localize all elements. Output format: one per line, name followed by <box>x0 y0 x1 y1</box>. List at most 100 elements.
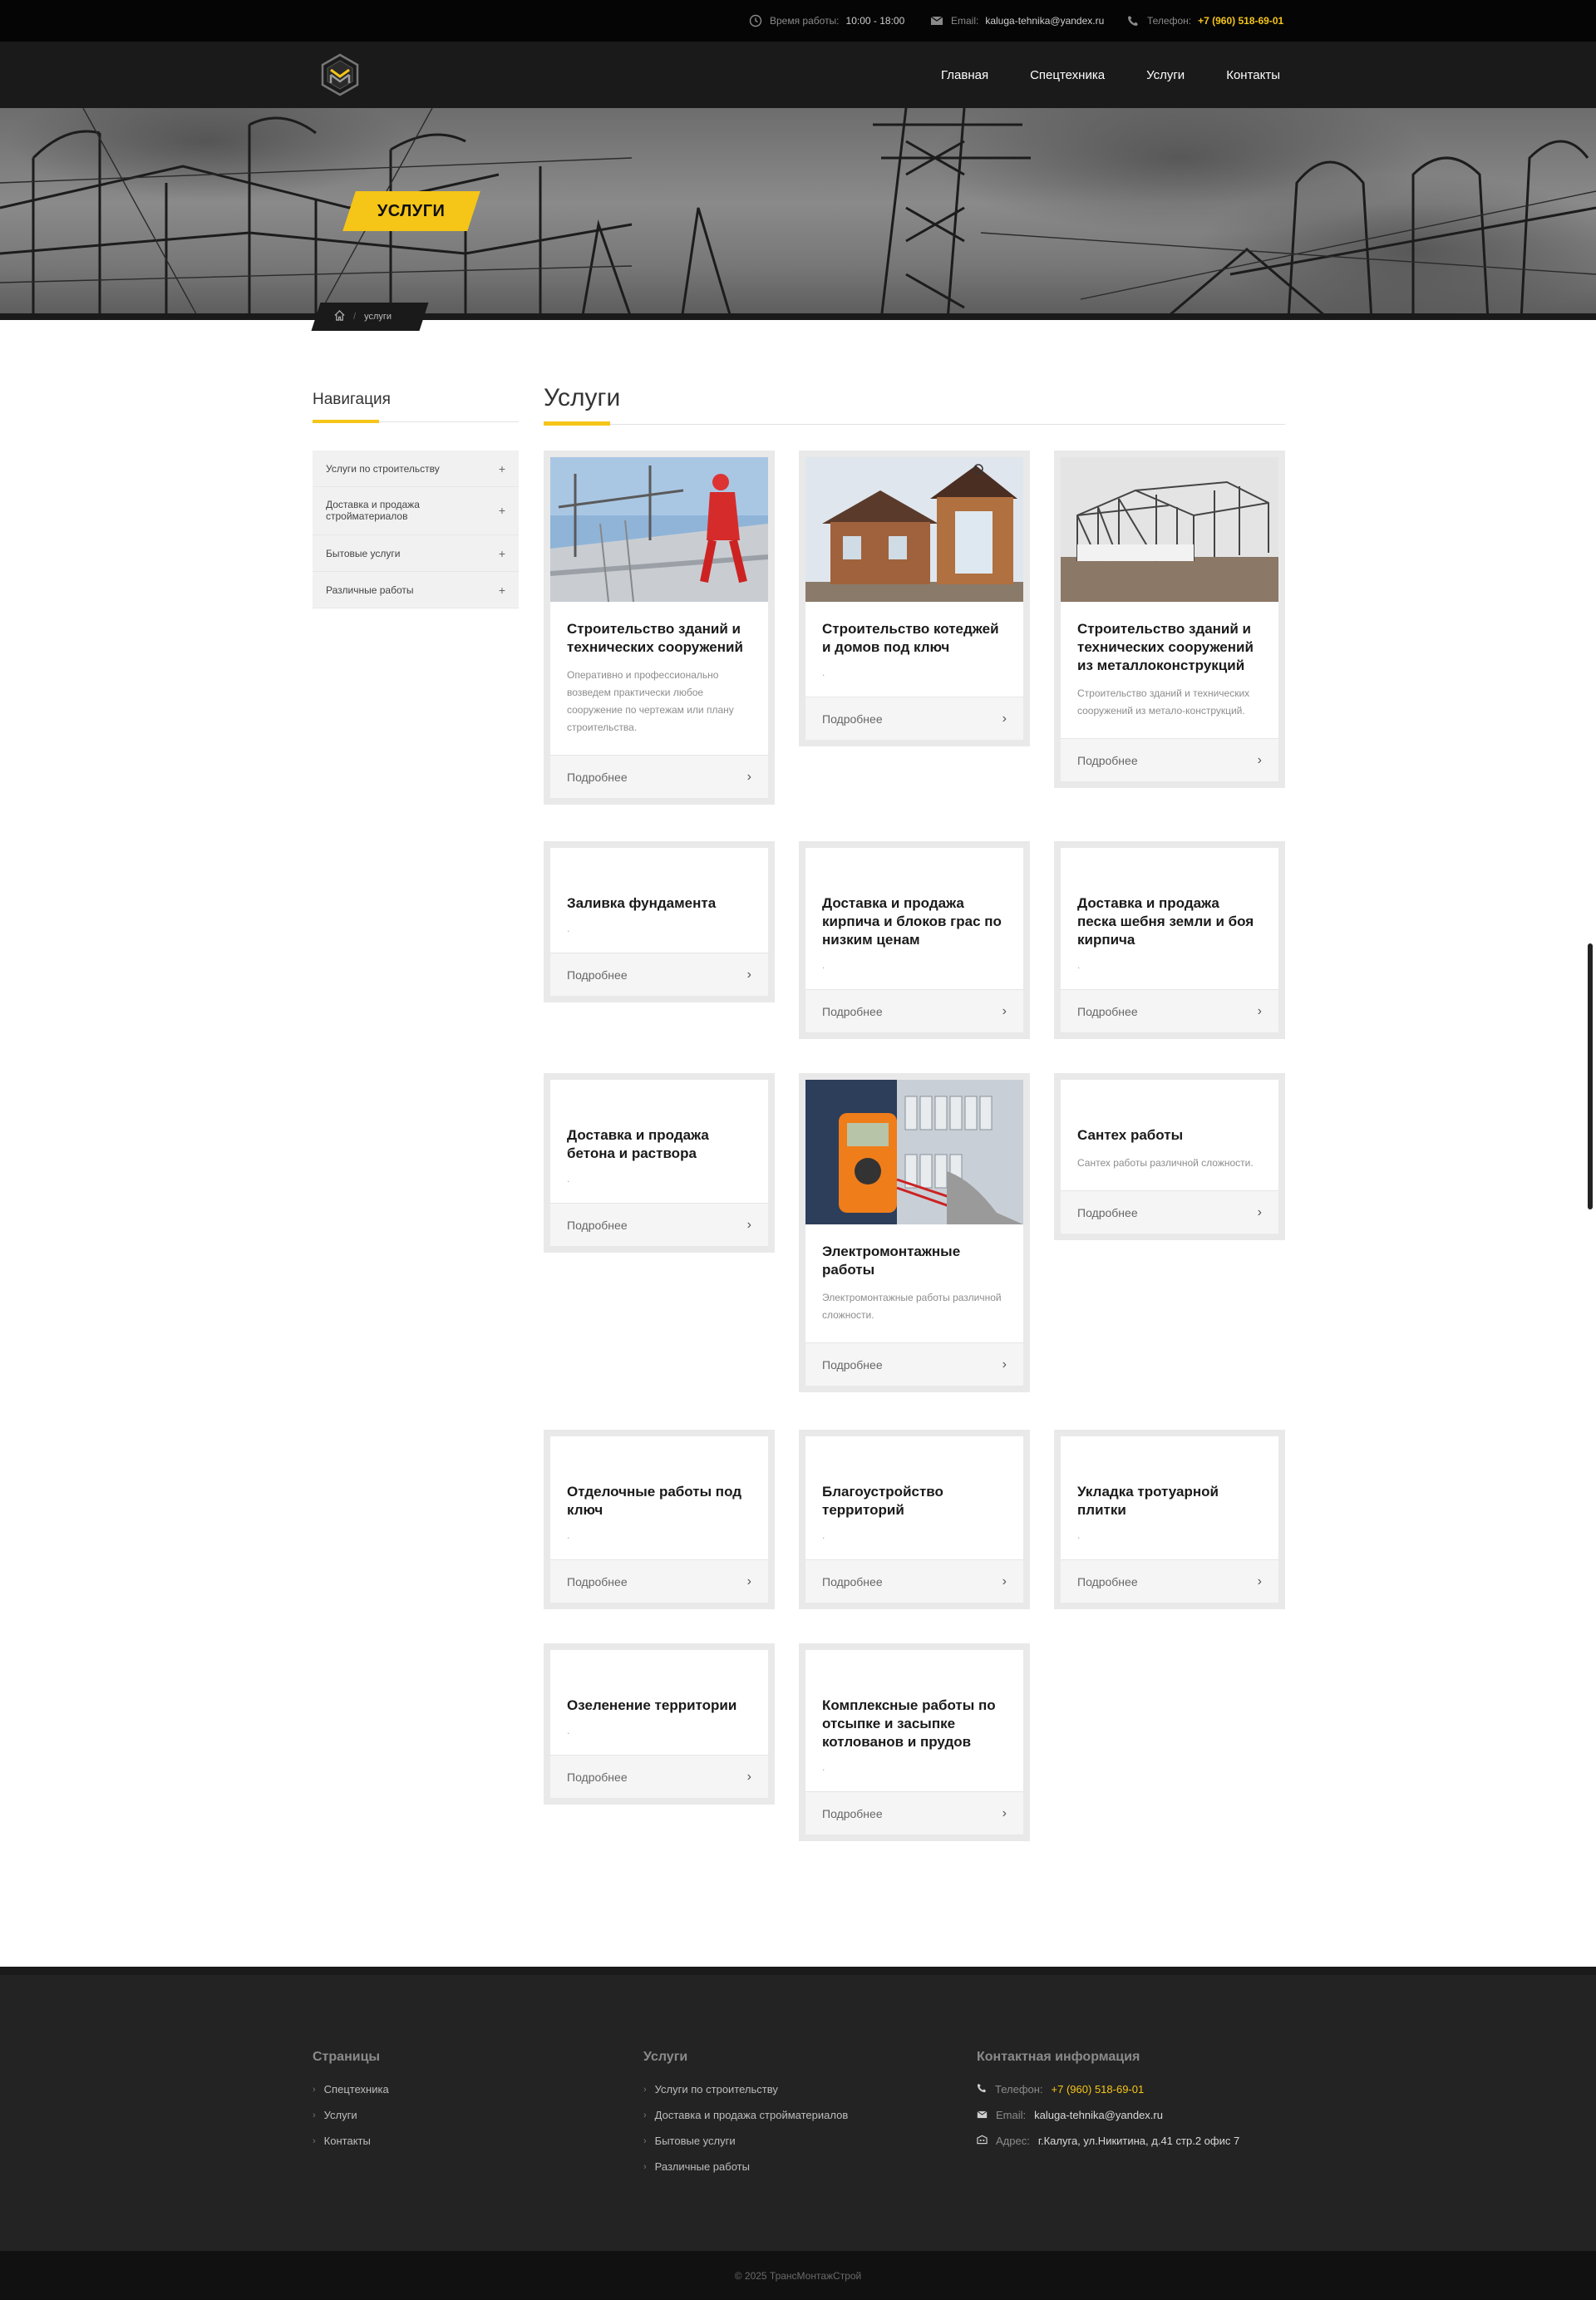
card-title[interactable]: Сантех работы <box>1077 1126 1262 1145</box>
clock-icon <box>748 13 763 28</box>
card-title[interactable]: Отделочные работы под ключ <box>567 1483 751 1519</box>
nav-special-equipment[interactable]: Спецтехника <box>1030 68 1105 82</box>
card-title[interactable]: Доставка и продажа песка шебня земли и б… <box>1077 894 1262 949</box>
multimeter-photo[interactable] <box>805 1080 1023 1224</box>
card-title[interactable]: Электромонтажные работы <box>822 1243 1007 1279</box>
more-button[interactable]: Подробнее › <box>805 1791 1023 1835</box>
brick-house-photo[interactable] <box>805 457 1023 602</box>
sidebar-menu: Услуги по строительству + Доставка и про… <box>313 451 519 608</box>
sidebar-item-various[interactable]: Различные работы + <box>313 572 519 608</box>
more-button[interactable]: Подробнее › <box>1061 738 1278 782</box>
service-card: Комплексные работы по отсыпке и засыпке … <box>799 1643 1030 1842</box>
footer-link[interactable]: › Услуги по строительству <box>643 2076 848 2102</box>
card-title[interactable]: Благоустройство территорий <box>822 1483 1007 1519</box>
expand-plus-icon[interactable]: + <box>499 462 505 475</box>
phone-link[interactable]: +7 (960) 518-69-01 <box>1198 15 1283 27</box>
chevron-right-icon: › <box>643 2161 647 2172</box>
chevron-right-icon: › <box>1257 1204 1262 1219</box>
card-title[interactable]: Заливка фундамента <box>567 894 751 913</box>
card-title[interactable]: Укладка тротуарной плитки <box>1077 1483 1262 1519</box>
more-button[interactable]: Подробнее › <box>1061 989 1278 1033</box>
more-button[interactable]: Подробнее › <box>550 1203 768 1247</box>
service-card: Строительство котеджей и домов под ключ … <box>799 451 1030 747</box>
footer-email-label: Email: <box>996 2109 1027 2121</box>
more-button[interactable]: Подробнее › <box>550 1559 768 1603</box>
sidebar-title: Навигация <box>313 391 391 408</box>
construction-worker-photo[interactable] <box>550 457 768 602</box>
footer-link-label: Доставка и продажа стройматериалов <box>654 2109 849 2121</box>
card-title[interactable]: Строительство зданий и технических соору… <box>1077 620 1262 675</box>
steel-frame-photo[interactable] <box>1061 457 1278 602</box>
chevron-right-icon: › <box>1002 1805 1007 1820</box>
card-title[interactable]: Озеленение территории <box>567 1697 751 1715</box>
service-card: Укладка тротуарной плитки . Подробнее › <box>1054 1430 1285 1610</box>
nav-services[interactable]: Услуги <box>1146 68 1185 82</box>
phone-info: Телефон: +7 (960) 518-69-01 <box>1126 13 1283 28</box>
hours-label: Время работы: <box>770 15 840 27</box>
footer: Страницы › Спецтехника › Услуги › Контакты … <box>0 1975 1596 2251</box>
more-label: Подробнее <box>567 1574 628 1588</box>
footer-phone-link[interactable]: +7 (960) 518-69-01 <box>1052 2083 1145 2096</box>
service-card: Строительство зданий и технических соору… <box>1054 451 1285 789</box>
more-label: Подробнее <box>567 1770 628 1784</box>
footer-link[interactable]: › Бытовые услуги <box>643 2128 848 2154</box>
footer-link[interactable]: › Услуги <box>313 2102 389 2128</box>
main-nav: Главная Спецтехника Услуги Контакты <box>941 42 1280 108</box>
chevron-right-icon: › <box>746 769 751 784</box>
footer-link[interactable]: › Различные работы <box>643 2154 848 2179</box>
sidebar-item-household[interactable]: Бытовые услуги + <box>313 535 519 572</box>
card-description: . <box>567 1725 570 1737</box>
card-description: . <box>1077 1529 1081 1542</box>
section-divider <box>544 424 1285 425</box>
sidebar-item-materials[interactable]: Доставка и продажа стройматериалов + <box>313 487 519 535</box>
service-card: Электромонтажные работы Электромонтажные… <box>799 1073 1030 1393</box>
chevron-right-icon: › <box>746 1217 751 1232</box>
more-label: Подробнее <box>567 968 628 982</box>
footer-link[interactable]: › Контакты <box>313 2128 389 2154</box>
chevron-right-icon: › <box>313 2110 316 2120</box>
more-button[interactable]: Подробнее › <box>805 697 1023 741</box>
more-button[interactable]: Подробнее › <box>805 989 1023 1033</box>
email-label: Email: <box>951 15 979 27</box>
sidebar-item-construction[interactable]: Услуги по строительству + <box>313 451 519 487</box>
expand-plus-icon[interactable]: + <box>499 547 505 560</box>
breadcrumb: / услуги <box>311 303 429 331</box>
email-link[interactable]: kaluga-tehnika@yandex.ru <box>985 15 1104 27</box>
chevron-right-icon: › <box>643 2084 647 2095</box>
building-icon <box>977 2135 988 2147</box>
footer-email-link[interactable]: kaluga-tehnika@yandex.ru <box>1034 2109 1163 2121</box>
more-button[interactable]: Подробнее › <box>1061 1559 1278 1603</box>
logo-icon[interactable] <box>321 53 359 96</box>
service-card: Доставка и продажа песка шебня земли и б… <box>1054 841 1285 1040</box>
card-description: Оперативно и профессионально возведем пр… <box>567 669 734 734</box>
chevron-right-icon: › <box>1257 1574 1262 1588</box>
hours-value: 10:00 - 18:00 <box>845 15 905 27</box>
working-hours: Время работы: 10:00 - 18:00 <box>748 13 904 28</box>
card-title[interactable]: Строительство зданий и технических соору… <box>567 620 751 657</box>
expand-plus-icon[interactable]: + <box>499 584 505 597</box>
card-description: . <box>822 667 825 679</box>
card-title[interactable]: Строительство котеджей и домов под ключ <box>822 620 1007 657</box>
footer-link[interactable]: › Спецтехника <box>313 2076 389 2102</box>
more-button[interactable]: Подробнее › <box>550 755 768 799</box>
page-scrollbar[interactable] <box>1588 943 1593 1209</box>
more-button[interactable]: Подробнее › <box>805 1559 1023 1603</box>
card-description: . <box>567 1173 570 1185</box>
chevron-right-icon: › <box>643 2135 647 2146</box>
footer-link-label: Услуги <box>323 2109 357 2121</box>
card-title[interactable]: Доставка и продажа бетона и раствора <box>567 1126 751 1163</box>
nav-home[interactable]: Главная <box>941 68 988 82</box>
more-button[interactable]: Подробнее › <box>550 1755 768 1799</box>
more-label: Подробнее <box>1077 1004 1138 1018</box>
more-button[interactable]: Подробнее › <box>1061 1190 1278 1234</box>
hero-bottom-band <box>0 313 1596 320</box>
more-button[interactable]: Подробнее › <box>805 1342 1023 1386</box>
home-icon[interactable] <box>334 310 345 323</box>
nav-contacts[interactable]: Контакты <box>1226 68 1280 82</box>
card-title[interactable]: Комплексные работы по отсыпке и засыпке … <box>822 1697 1007 1751</box>
more-button[interactable]: Подробнее › <box>550 953 768 997</box>
footer-link[interactable]: › Доставка и продажа стройматериалов <box>643 2102 848 2128</box>
card-title[interactable]: Доставка и продажа кирпича и блоков грас… <box>822 894 1007 949</box>
expand-plus-icon[interactable]: + <box>499 504 505 517</box>
sidebar-item-label: Услуги по строительству <box>326 462 440 475</box>
